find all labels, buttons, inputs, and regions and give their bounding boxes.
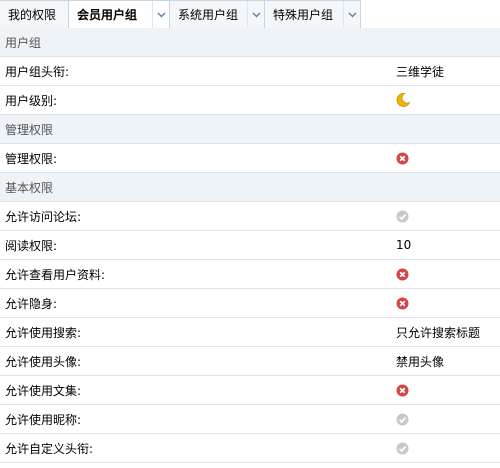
row-label: 允许使用文集: — [5, 383, 82, 398]
row-label: 管理权限: — [5, 151, 58, 166]
table-row-custom-title: 允许自定义头衔: — [0, 434, 500, 463]
tab-my-permissions[interactable]: 我的权限 — [0, 0, 69, 28]
table-row-avatar: 允许使用头像: 禁用头像 — [0, 347, 500, 376]
check-icon — [396, 413, 409, 426]
moon-icon — [395, 92, 411, 108]
deny-icon — [396, 152, 409, 165]
tab-member-groups[interactable]: 会员用户组 — [69, 0, 170, 29]
row-label: 允许使用头像: — [5, 354, 82, 369]
row-value: 只允许搜索标题 — [396, 325, 481, 340]
deny-icon — [396, 268, 409, 281]
check-icon — [396, 442, 409, 455]
table-row-view-profile: 允许查看用户资料: — [0, 260, 500, 289]
table-row-visit-forum: 允许访问论坛: — [0, 202, 500, 231]
table-row-admin: 管理权限: — [0, 144, 500, 173]
chevron-down-icon[interactable] — [343, 1, 360, 28]
tab-system-groups[interactable]: 系统用户组 — [170, 0, 265, 28]
row-label: 允许使用搜索: — [5, 325, 82, 340]
section-title: 管理权限 — [5, 122, 54, 137]
row-label: 用户组头衔: — [5, 64, 70, 79]
tab-label: 特殊用户组 — [273, 8, 334, 22]
row-label: 允许隐身: — [5, 296, 58, 311]
chevron-down-icon[interactable] — [152, 1, 169, 28]
tab-special-groups[interactable]: 特殊用户组 — [265, 0, 361, 28]
row-label: 阅读权限: — [5, 238, 58, 253]
row-label: 允许查看用户资料: — [5, 267, 106, 282]
table-row-group-level: 用户级别: — [0, 86, 500, 115]
section-header-basic-perms: 基本权限 — [0, 173, 500, 202]
row-label: 允许访问论坛: — [5, 209, 82, 224]
row-value: 禁用头像 — [396, 354, 445, 369]
deny-icon — [396, 384, 409, 397]
table-row-nickname: 允许使用昵称: — [0, 405, 500, 434]
table-row-anthology: 允许使用文集: — [0, 376, 500, 405]
section-title: 基本权限 — [5, 180, 54, 195]
row-value: 三维学徒 — [396, 64, 445, 79]
row-label: 允许自定义头衔: — [5, 441, 94, 456]
tab-label: 我的权限 — [8, 8, 57, 22]
chevron-down-icon[interactable] — [247, 1, 264, 28]
table-row-read-perm: 阅读权限: 10 — [0, 231, 500, 260]
table-row-search: 允许使用搜索: 只允许搜索标题 — [0, 318, 500, 347]
row-label: 用户级别: — [5, 93, 58, 108]
tab-bar: 我的权限 会员用户组 系统用户组 特殊用户组 — [0, 0, 500, 29]
section-header-user-group: 用户组 — [0, 28, 500, 57]
row-label: 允许使用昵称: — [5, 412, 82, 427]
deny-icon — [396, 297, 409, 310]
check-icon — [396, 210, 409, 223]
table-row-invisible: 允许隐身: — [0, 289, 500, 318]
tab-label: 会员用户组 — [77, 8, 138, 22]
section-header-admin-perms: 管理权限 — [0, 115, 500, 144]
tab-label: 系统用户组 — [178, 8, 239, 22]
permissions-table: 用户组 用户组头衔: 三维学徒 用户级别: 管理权限 管理权限: 基本权限 允许… — [0, 28, 500, 463]
section-title: 用户组 — [5, 35, 42, 50]
table-row-group-title: 用户组头衔: 三维学徒 — [0, 57, 500, 86]
row-value: 10 — [396, 238, 412, 252]
